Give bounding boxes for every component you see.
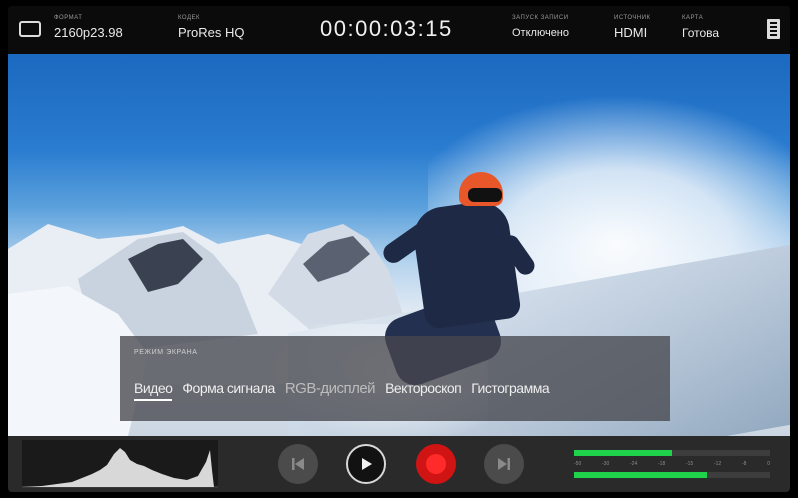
source-status[interactable]: ИСТОЧНИК HDMI [614,14,651,42]
skip-forward-button[interactable] [484,444,524,484]
skier-goggles [468,188,502,202]
record-trigger-value: Отключено [512,27,569,39]
meter-tick: -50 [574,461,582,467]
audio-level-channel-2 [574,472,708,478]
record-button[interactable] [416,444,456,484]
meter-tick: 0 [767,461,770,467]
record-trigger-status[interactable]: ЗАПУСК ЗАПИСИ Отключено [512,14,569,42]
skip-back-icon [292,458,304,470]
meter-tick: -24 [630,461,638,467]
meter-tick: -15 [686,461,694,467]
audio-meter-channel-1 [574,450,770,456]
display-mode-tabs: Видео Форма сигнала RGB-дисплей Векторос… [134,380,559,401]
meter-tick: -30 [602,461,610,467]
skip-forward-icon [498,458,510,470]
record-trigger-label: ЗАПУСК ЗАПИСИ [512,15,569,21]
video-frame: ФОРМАТ 2160p23.98 КОДЕК ProRes HQ 00:00:… [8,6,790,492]
meter-tick: -12 [714,461,722,467]
skier-body [410,197,522,331]
tab-video[interactable]: Видео [134,380,173,401]
audio-meter-scale: -50 -30 -24 -18 -15 -12 -8 0 [574,461,770,467]
tab-rgb-parade[interactable]: RGB-дисплей [285,380,376,401]
tab-histogram[interactable]: Гистограмма [471,380,549,401]
display-mode-panel: РЕЖИМ ЭКРАНА Видео Форма сигнала RGB-дис… [120,336,670,421]
menu-icon[interactable] [767,19,780,39]
source-label: ИСТОЧНИК [614,15,651,21]
meter-tick: -8 [742,461,747,467]
histogram-display[interactable] [22,440,218,488]
format-value: 2160p23.98 [54,25,123,40]
meter-tick: -18 [658,461,666,467]
play-button[interactable] [346,444,386,484]
audio-meter-channel-2 [574,472,770,478]
codec-value: ProRes HQ [178,25,245,40]
record-icon [426,454,446,474]
format-label: ФОРМАТ [54,15,83,21]
format-status[interactable]: ФОРМАТ 2160p23.98 [54,14,123,42]
play-icon [362,458,372,470]
display-mode-title: РЕЖИМ ЭКРАНА [134,349,198,356]
codec-status[interactable]: КОДЕК ProRes HQ [178,14,244,42]
card-status[interactable]: КАРТА Готова [682,14,719,42]
source-value: HDMI [614,25,648,40]
top-status-bar: ФОРМАТ 2160p23.98 КОДЕК ProRes HQ 00:00:… [8,6,790,54]
display-toggle-icon[interactable] [19,21,41,37]
tab-waveform[interactable]: Форма сигнала [182,380,275,401]
bottom-control-bar: -50 -30 -24 -18 -15 -12 -8 0 [8,436,790,492]
timecode-display[interactable]: 00:00:03:15 [320,16,453,42]
audio-meters[interactable]: -50 -30 -24 -18 -15 -12 -8 0 [574,450,774,482]
audio-level-channel-1 [574,450,672,456]
tab-vectorscope[interactable]: Вектороскоп [385,380,462,401]
skip-back-button[interactable] [278,444,318,484]
codec-label: КОДЕК [178,15,201,21]
card-label: КАРТА [682,15,704,21]
histogram-graph [22,448,218,488]
card-value: Готова [682,26,720,40]
